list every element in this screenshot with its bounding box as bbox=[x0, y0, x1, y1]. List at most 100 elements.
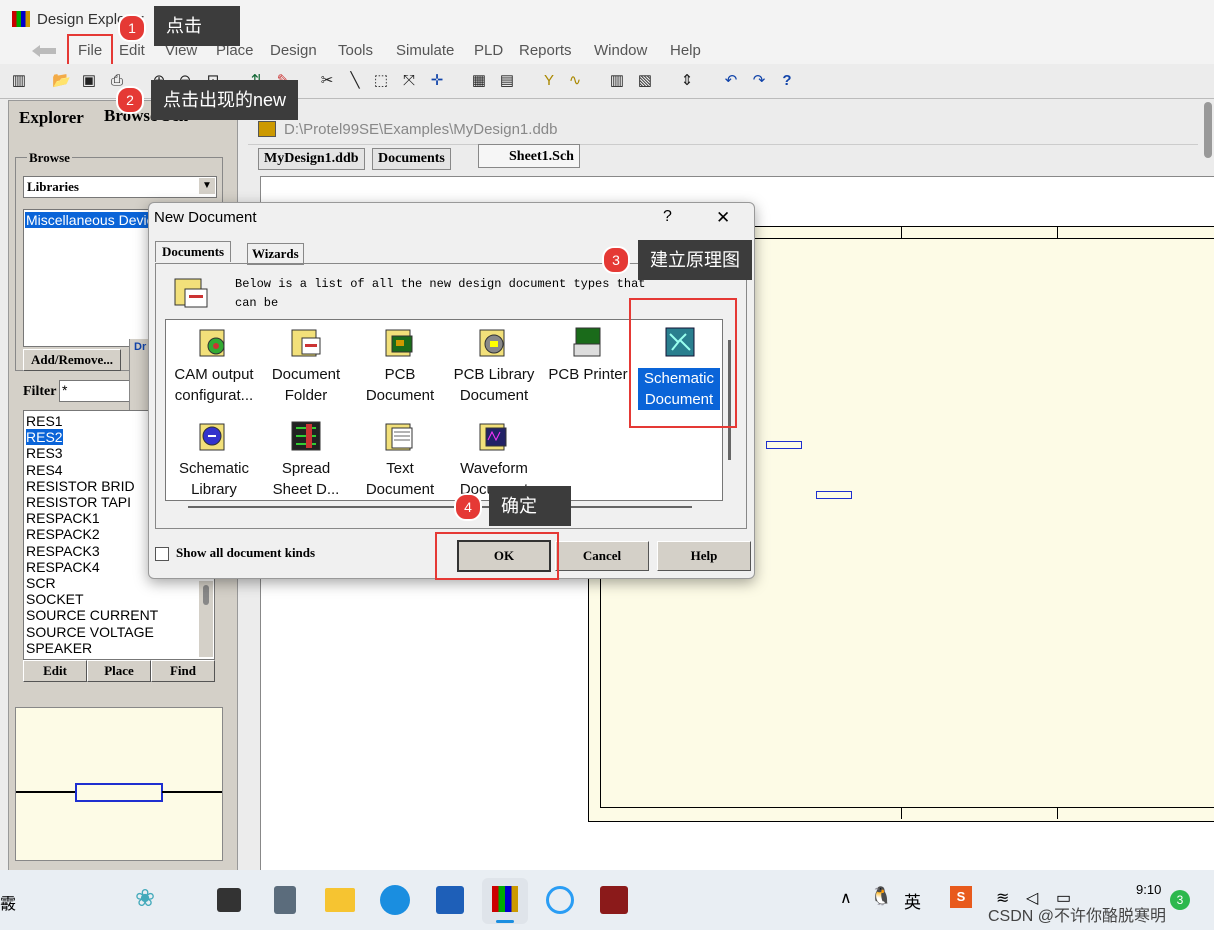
item-cam-output[interactable]: CAM output configurat... bbox=[166, 364, 262, 406]
search-text: 霰 bbox=[0, 896, 17, 913]
filter-label: Filter bbox=[23, 384, 57, 399]
list-item[interactable]: RESPACK1 bbox=[26, 510, 100, 526]
cam-output-icon bbox=[199, 329, 225, 357]
list-item[interactable]: RES2 bbox=[26, 429, 63, 446]
item-text-document[interactable]: Text Document bbox=[352, 458, 448, 500]
menu-design[interactable]: Design bbox=[270, 42, 317, 59]
close-icon[interactable]: ✕ bbox=[716, 208, 730, 228]
open-folder-icon[interactable]: 📂 bbox=[52, 72, 71, 90]
align-icon[interactable]: ⇕ bbox=[678, 72, 696, 90]
tab-mydesign[interactable]: MyDesign1.ddb bbox=[258, 148, 365, 170]
resistor-symbol bbox=[16, 783, 222, 802]
word-icon[interactable] bbox=[436, 886, 464, 914]
show-all-checkbox[interactable] bbox=[155, 547, 169, 561]
document-path: D:\Protel99SE\Examples\MyDesign1.ddb bbox=[284, 121, 558, 138]
resistor-r2[interactable] bbox=[816, 491, 852, 499]
tab-explorer[interactable]: Explorer bbox=[19, 108, 84, 128]
menu-window[interactable]: Window bbox=[594, 42, 647, 59]
resistor-r1[interactable] bbox=[766, 441, 802, 449]
pcb-library-icon bbox=[479, 329, 505, 357]
browse-select[interactable]: Libraries ▼ bbox=[23, 176, 217, 198]
edit-button[interactable]: Edit bbox=[23, 660, 87, 682]
menu-pld[interactable]: PLD bbox=[474, 42, 503, 59]
help-button[interactable]: Help bbox=[657, 541, 751, 571]
menu-help[interactable]: Help bbox=[670, 42, 701, 59]
list-item[interactable]: RESISTOR TAPI bbox=[26, 494, 131, 510]
menu-edit[interactable]: Edit bbox=[119, 42, 145, 59]
book-icon[interactable]: ▥ bbox=[608, 72, 626, 90]
list-item[interactable]: RESPACK2 bbox=[26, 526, 100, 542]
component-icon[interactable]: ▦ bbox=[470, 72, 488, 90]
help-icon[interactable]: ? bbox=[663, 208, 672, 226]
move-icon[interactable]: ✛ bbox=[428, 72, 446, 90]
redo-icon[interactable]: ↷ bbox=[750, 72, 768, 90]
select-box-icon[interactable]: ⬚ bbox=[372, 72, 390, 90]
scrollbar[interactable] bbox=[199, 581, 213, 657]
list-item[interactable]: RESPACK4 bbox=[26, 559, 100, 575]
list-item[interactable]: SPEAKER bbox=[26, 640, 92, 656]
scrollbar[interactable] bbox=[1204, 102, 1212, 158]
ime-indicator[interactable]: 英 bbox=[904, 888, 921, 913]
filter-input[interactable]: * bbox=[59, 380, 131, 402]
tab-wizards[interactable]: Wizards bbox=[247, 243, 304, 265]
wire-icon[interactable]: ╲ bbox=[346, 72, 364, 90]
item-pcb-document[interactable]: PCB Document bbox=[352, 364, 448, 406]
undo-icon[interactable]: ↶ bbox=[722, 72, 740, 90]
find-button[interactable]: Find bbox=[151, 660, 215, 682]
chevron-down-icon[interactable]: ▼ bbox=[199, 178, 215, 194]
document-folder-icon bbox=[291, 329, 321, 357]
add-remove-button[interactable]: Add/Remove... bbox=[23, 349, 121, 371]
item-spreadsheet[interactable]: Spread Sheet D... bbox=[258, 458, 354, 500]
scrollbar[interactable] bbox=[188, 506, 692, 508]
list-item[interactable]: SOURCE CURRENT bbox=[26, 607, 158, 623]
book-edit-icon[interactable]: ▧ bbox=[636, 72, 654, 90]
cancel-button[interactable]: Cancel bbox=[555, 541, 649, 571]
tree-icon[interactable]: ▥ bbox=[10, 72, 28, 90]
wave-icon[interactable]: ∿ bbox=[566, 72, 584, 90]
back-arrow-icon[interactable] bbox=[30, 44, 58, 58]
library-item[interactable]: Miscellaneous Devic bbox=[25, 212, 155, 228]
help-icon[interactable]: ? bbox=[778, 72, 796, 90]
list-item[interactable]: RES4 bbox=[26, 462, 63, 478]
calculator-icon[interactable] bbox=[274, 886, 296, 914]
cut-icon[interactable]: ✂ bbox=[318, 72, 336, 90]
badge-2: 2 bbox=[116, 86, 144, 114]
library-icon[interactable]: ▤ bbox=[498, 72, 516, 90]
jellyfish-icon[interactable]: ❀ bbox=[135, 884, 155, 913]
item-document-folder[interactable]: Document Folder bbox=[258, 364, 354, 406]
notification-badge[interactable]: 3 bbox=[1170, 890, 1190, 910]
protel-taskbar-button[interactable] bbox=[482, 878, 528, 924]
list-item[interactable]: SOURCE VOLTAGE bbox=[26, 624, 154, 640]
baidu-netdisk-icon[interactable] bbox=[546, 886, 574, 914]
list-item[interactable]: RESISTOR BRID bbox=[26, 478, 135, 494]
probe-icon[interactable]: Y bbox=[540, 72, 558, 90]
item-pcb-library[interactable]: PCB Library Document bbox=[446, 364, 542, 406]
deselect-icon[interactable]: ⤧ bbox=[400, 72, 418, 90]
file-explorer-icon[interactable] bbox=[325, 888, 355, 912]
tab-documents[interactable]: Documents bbox=[372, 148, 451, 170]
text-document-icon bbox=[385, 423, 413, 451]
list-item[interactable]: RES3 bbox=[26, 445, 63, 461]
edge-icon[interactable] bbox=[380, 885, 410, 915]
menu-tools[interactable]: Tools bbox=[338, 42, 373, 59]
tab-documents[interactable]: Documents bbox=[155, 241, 232, 262]
list-item[interactable]: RESPACK3 bbox=[26, 543, 100, 559]
menu-simulate[interactable]: Simulate bbox=[396, 42, 454, 59]
sogou-icon[interactable]: S bbox=[950, 886, 972, 908]
item-schematic-library[interactable]: Schematic Library bbox=[166, 458, 262, 500]
list-item[interactable]: RES1 bbox=[26, 413, 63, 429]
app-icon bbox=[12, 11, 30, 27]
qq-icon[interactable]: 🐧 bbox=[870, 886, 892, 907]
document-folder-icon bbox=[174, 278, 208, 308]
tooltip-1: 点击 bbox=[154, 6, 240, 46]
tab-sheet1[interactable]: Sheet1.Sch bbox=[478, 144, 580, 168]
item-pcb-printer[interactable]: PCB Printer bbox=[540, 364, 636, 385]
menu-reports[interactable]: Reports bbox=[519, 42, 572, 59]
winrar-icon[interactable] bbox=[600, 886, 628, 914]
save-icon[interactable]: ▣ bbox=[80, 72, 98, 90]
list-item[interactable]: SCR bbox=[26, 575, 56, 591]
place-button[interactable]: Place bbox=[87, 660, 151, 682]
task-view-icon[interactable] bbox=[217, 888, 241, 912]
list-item[interactable]: SOCKET bbox=[26, 591, 84, 607]
chevron-up-icon[interactable]: ∧ bbox=[840, 888, 852, 908]
